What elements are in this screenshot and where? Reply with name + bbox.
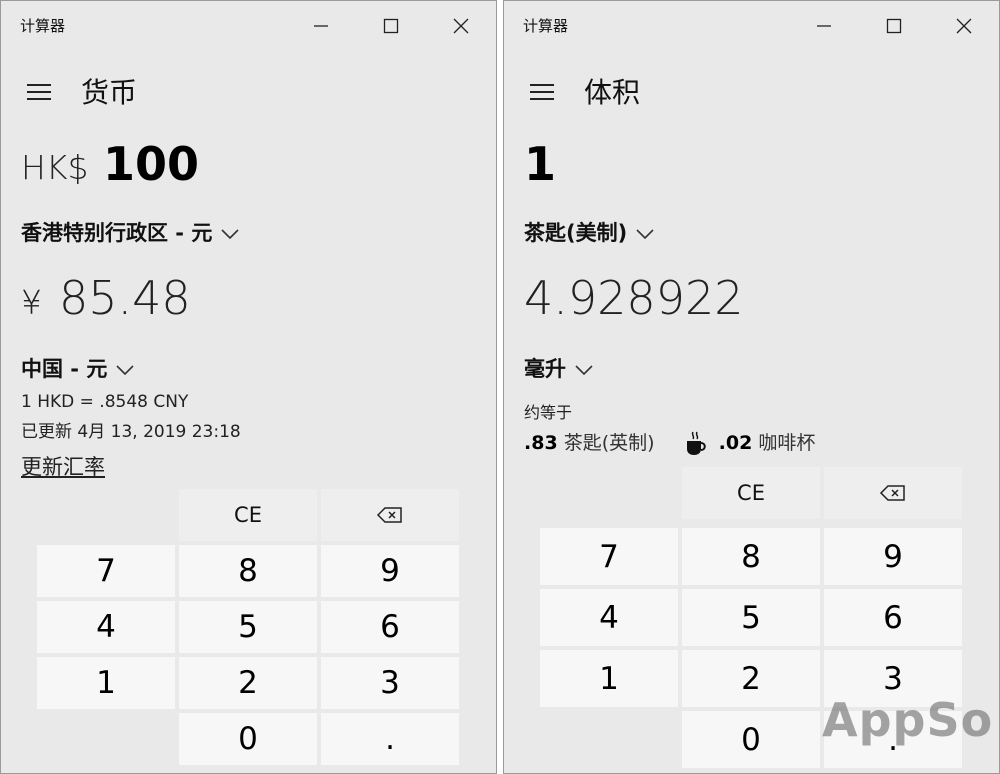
clear-entry-button[interactable]: CE (682, 467, 820, 519)
digit-1-button[interactable]: 1 (540, 650, 678, 707)
last-updated-text: 已更新 4月 13, 2019 23:18 (21, 422, 241, 442)
calculator-window-currency: 计算器 货币 HK$ 100 香港特别行政区 - 元 ¥ 85.48 中国 - … (0, 0, 497, 774)
digit-8-button[interactable]: 8 (682, 528, 820, 585)
digit-8-button[interactable]: 8 (179, 545, 317, 597)
from-unit-dropdown[interactable]: 香港特别行政区 - 元 (21, 217, 240, 247)
maximize-button[interactable] (356, 1, 426, 51)
to-unit-dropdown[interactable]: 毫升 (524, 353, 594, 383)
mode-title: 体积 (584, 76, 641, 109)
close-button[interactable] (929, 1, 999, 51)
digit-5-button[interactable]: 5 (179, 601, 317, 653)
to-unit-label: 中国 - 元 (21, 357, 108, 381)
to-unit-label: 毫升 (524, 357, 566, 381)
digit-0-button[interactable]: 0 (179, 713, 317, 765)
digit-6-button[interactable]: 6 (321, 601, 459, 653)
digit-9-button[interactable]: 9 (321, 545, 459, 597)
update-rates-link[interactable]: 更新汇率 (21, 451, 105, 481)
minimize-icon (314, 25, 328, 27)
minimize-button[interactable] (789, 1, 859, 51)
hamburger-icon (530, 84, 554, 100)
approx-unit: 茶匙(英制) (563, 432, 655, 454)
maximize-icon (886, 18, 902, 34)
approx-unit: 咖啡杯 (758, 432, 816, 454)
app-title: 计算器 (20, 17, 66, 35)
digit-9-button[interactable]: 9 (824, 528, 962, 585)
digit-2-button[interactable]: 2 (682, 650, 820, 707)
digit-5-button[interactable]: 5 (682, 589, 820, 646)
title-bar[interactable]: 计算器 (504, 1, 999, 51)
backspace-icon (879, 485, 905, 501)
digit-3-button[interactable]: 3 (321, 657, 459, 709)
chevron-down-icon (574, 364, 594, 376)
appso-watermark: AppSo (822, 693, 994, 747)
backspace-button[interactable] (824, 467, 962, 519)
to-value[interactable]: 85.48 (59, 271, 191, 325)
maximize-button[interactable] (859, 1, 929, 51)
digit-4-button[interactable]: 4 (540, 589, 678, 646)
digit-1-button[interactable]: 1 (37, 657, 175, 709)
approx-value: .02 (718, 432, 753, 454)
navigation-menu-button[interactable] (526, 78, 558, 106)
digit-2-button[interactable]: 2 (179, 657, 317, 709)
close-icon (453, 18, 469, 34)
from-unit-label: 茶匙(美制) (524, 221, 628, 245)
from-unit-dropdown[interactable]: 茶匙(美制) (524, 217, 655, 247)
to-value[interactable]: 4.928922 (524, 271, 744, 325)
close-button[interactable] (426, 1, 496, 51)
exchange-rate-text: 1 HKD = .8548 CNY (21, 392, 189, 412)
title-bar[interactable]: 计算器 (1, 1, 496, 51)
from-value[interactable]: 1 (524, 137, 556, 191)
hamburger-icon (27, 84, 51, 100)
from-unit-label: 香港特别行政区 - 元 (21, 221, 213, 245)
digit-7-button[interactable]: 7 (540, 528, 678, 585)
to-unit-dropdown[interactable]: 中国 - 元 (21, 353, 135, 383)
backspace-icon (376, 507, 402, 523)
minimize-button[interactable] (286, 1, 356, 51)
decimal-point-button[interactable]: . (321, 713, 459, 765)
chevron-down-icon (635, 228, 655, 240)
coffee-cup-icon (685, 431, 707, 457)
mode-title: 货币 (81, 76, 138, 109)
close-icon (956, 18, 972, 34)
from-value[interactable]: 100 (103, 137, 199, 191)
approximately-equal-label: 约等于 (524, 403, 573, 422)
approximations-row: .83 茶匙(英制) .02 咖啡杯 (524, 428, 815, 457)
maximize-icon (383, 18, 399, 34)
minimize-icon (817, 25, 831, 27)
digit-4-button[interactable]: 4 (37, 601, 175, 653)
backspace-button[interactable] (321, 489, 459, 541)
digit-7-button[interactable]: 7 (37, 545, 175, 597)
to-currency-symbol: ¥ (21, 283, 42, 322)
approx-value: .83 (524, 432, 558, 454)
digit-6-button[interactable]: 6 (824, 589, 962, 646)
digit-0-button[interactable]: 0 (682, 711, 820, 768)
calculator-window-volume: 计算器 体积 1 茶匙(美制) 4.928922 毫升 约等于 .83 茶匙(英… (503, 0, 1000, 774)
clear-entry-button[interactable]: CE (179, 489, 317, 541)
navigation-menu-button[interactable] (23, 78, 55, 106)
chevron-down-icon (115, 364, 135, 376)
app-title: 计算器 (523, 17, 569, 35)
chevron-down-icon (220, 228, 240, 240)
from-currency-symbol: HK$ (21, 148, 89, 187)
